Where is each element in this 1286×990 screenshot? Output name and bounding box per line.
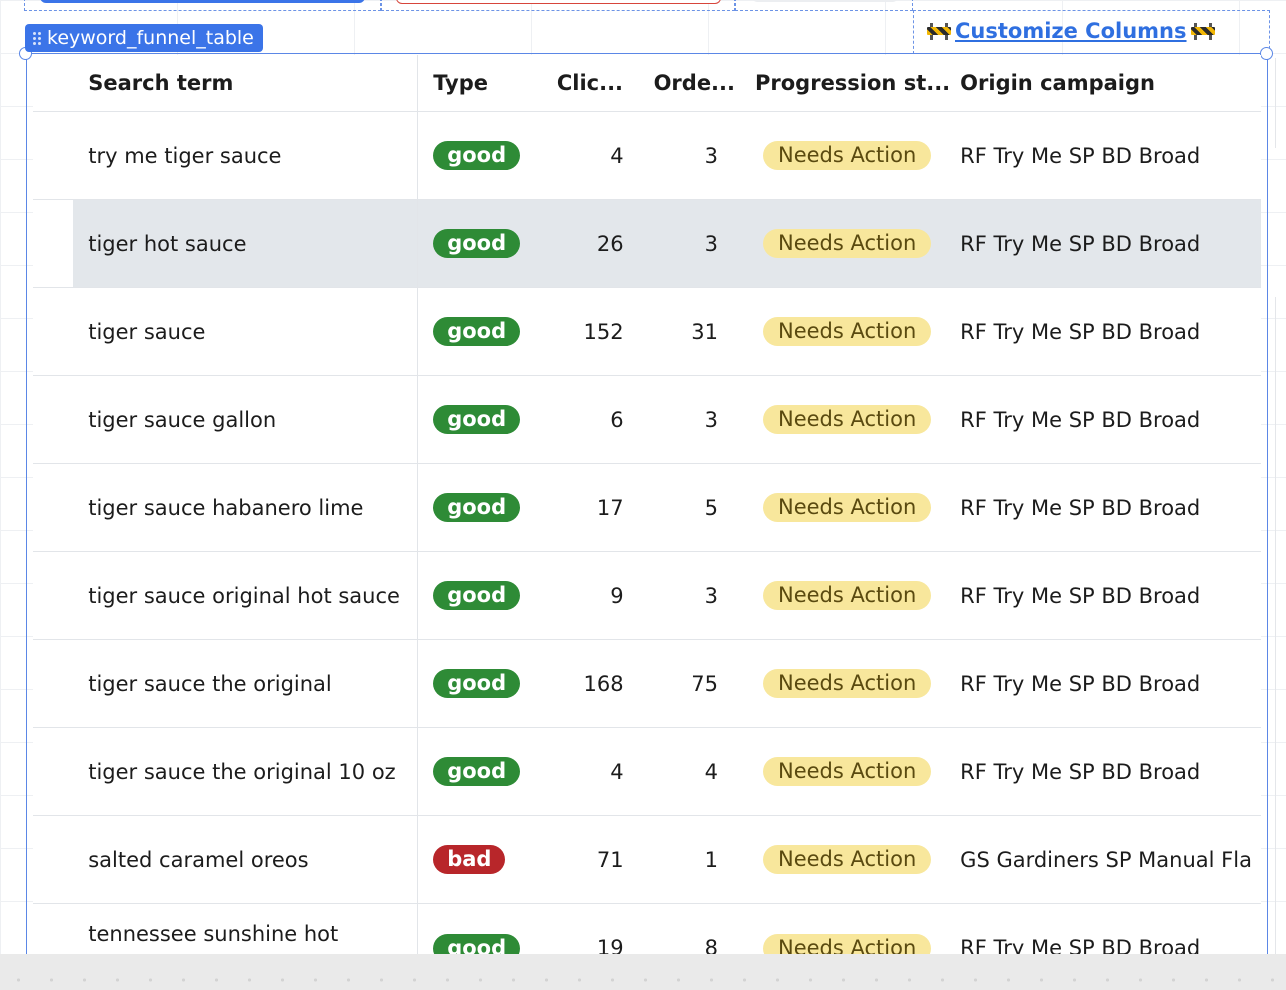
clicks-cell: 19 bbox=[535, 903, 624, 955]
top-control-partial bbox=[752, 0, 898, 2]
table-row[interactable]: try me tiger sauce good 4 3 Needs Action… bbox=[33, 111, 1261, 200]
table-row[interactable]: tiger sauce habanero lime good 17 5 Need… bbox=[33, 463, 1261, 552]
status-badge: Needs Action bbox=[763, 934, 932, 955]
orders-cell: 8 bbox=[623, 903, 735, 955]
clicks-cell: 4 bbox=[535, 727, 624, 816]
campaign-cell: RF Try Me SP BD Broad bbox=[950, 903, 1261, 955]
table-header-row: Search term Type Clic... Orde... Progres… bbox=[33, 55, 1261, 112]
type-badge: good bbox=[433, 934, 521, 955]
type-badge: bad bbox=[433, 845, 506, 874]
construction-barrier-icon bbox=[1190, 22, 1215, 40]
table-row[interactable]: tiger sauce the original good 168 75 Nee… bbox=[33, 639, 1261, 728]
orders-cell: 3 bbox=[623, 199, 735, 288]
table-row[interactable]: tiger sauce gallon good 6 3 Needs Action… bbox=[33, 375, 1261, 464]
header-clicks[interactable]: Clic... bbox=[535, 55, 624, 112]
status-badge: Needs Action bbox=[763, 493, 932, 522]
campaign-cell: RF Try Me SP BD Broad bbox=[950, 727, 1261, 816]
campaign-cell: RF Try Me SP BD Broad bbox=[950, 111, 1261, 200]
clicks-cell: 26 bbox=[535, 199, 624, 288]
clicks-cell: 4 bbox=[535, 111, 624, 200]
clicks-cell: 152 bbox=[535, 287, 624, 376]
campaign-cell: RF Try Me SP BD Broad bbox=[950, 551, 1261, 640]
type-badge: good bbox=[433, 493, 521, 522]
orders-cell: 3 bbox=[623, 375, 735, 464]
header-type[interactable]: Type bbox=[417, 55, 536, 112]
table-row[interactable]: tiger hot sauce good 26 3 Needs Action R… bbox=[33, 199, 1261, 288]
search-term-cell: try me tiger sauce bbox=[73, 111, 419, 200]
search-term-cell: tiger sauce the original bbox=[73, 639, 419, 728]
status-badge: Needs Action bbox=[763, 141, 932, 170]
resize-handle-right[interactable] bbox=[1260, 47, 1273, 60]
campaign-cell: GS Gardiners SP Manual Fla bbox=[950, 815, 1261, 904]
construction-barrier-icon bbox=[927, 22, 951, 40]
orders-cell: 31 bbox=[623, 287, 735, 376]
campaign-cell: RF Try Me SP BD Broad bbox=[950, 375, 1261, 464]
search-term-cell: salted caramel oreos bbox=[73, 815, 419, 904]
type-badge: good bbox=[433, 757, 521, 786]
data-table: Search term Type Clic... Orde... Progres… bbox=[33, 55, 1261, 955]
campaign-cell: RF Try Me SP BD Broad bbox=[950, 639, 1261, 728]
campaign-cell: RF Try Me SP BD Broad bbox=[950, 199, 1261, 288]
bottom-canvas-strip bbox=[0, 954, 1286, 990]
table-row[interactable]: tiger sauce original hot sauce good 9 3 … bbox=[33, 551, 1261, 640]
search-term-cell: tiger sauce gallon bbox=[73, 375, 419, 464]
component-frame-top-2 bbox=[381, 0, 735, 11]
component-frame-top-1 bbox=[24, 0, 381, 11]
table-row[interactable]: tiger sauce the original 10 oz good 4 4 … bbox=[33, 727, 1261, 816]
status-badge: Needs Action bbox=[763, 757, 932, 786]
scroll-track-edge bbox=[1275, 58, 1276, 148]
drag-handle-icon[interactable] bbox=[33, 31, 41, 45]
status-badge: Needs Action bbox=[763, 845, 932, 874]
search-term-cell: tiger sauce habanero lime bbox=[73, 463, 419, 552]
table-row[interactable]: tiger sauce good 152 31 Needs Action RF … bbox=[33, 287, 1261, 376]
clicks-cell: 71 bbox=[535, 815, 624, 904]
status-badge: Needs Action bbox=[763, 229, 932, 258]
status-badge: Needs Action bbox=[763, 669, 932, 698]
type-badge: good bbox=[433, 317, 521, 346]
clicks-cell: 168 bbox=[535, 639, 624, 728]
header-orders[interactable]: Orde... bbox=[623, 55, 735, 112]
header-search-term[interactable]: Search term bbox=[73, 55, 419, 112]
keyword-funnel-table: Search term Type Clic... Orde... Progres… bbox=[33, 55, 1261, 955]
customize-columns-link[interactable]: Customize Columns bbox=[927, 19, 1215, 43]
type-badge: good bbox=[433, 405, 521, 434]
type-badge: good bbox=[433, 669, 521, 698]
customize-columns-label[interactable]: Customize Columns bbox=[955, 19, 1187, 43]
orders-cell: 1 bbox=[623, 815, 735, 904]
search-term-cell: tennessee sunshine hot bbox=[73, 903, 419, 955]
orders-cell: 75 bbox=[623, 639, 735, 728]
status-badge: Needs Action bbox=[763, 581, 932, 610]
table-row[interactable]: tennessee sunshine hot good 19 8 Needs A… bbox=[33, 903, 1261, 955]
status-badge: Needs Action bbox=[763, 317, 932, 346]
header-gutter bbox=[33, 55, 74, 112]
type-badge: good bbox=[433, 229, 521, 258]
orders-cell: 5 bbox=[623, 463, 735, 552]
campaign-cell: RF Try Me SP BD Broad bbox=[950, 287, 1261, 376]
header-origin-campaign[interactable]: Origin campaign bbox=[950, 55, 1261, 112]
vertical-scrollbar[interactable] bbox=[1275, 297, 1286, 957]
orders-cell: 4 bbox=[623, 727, 735, 816]
search-term-cell: tiger hot sauce bbox=[73, 199, 419, 288]
component-tag[interactable]: keyword_funnel_table bbox=[25, 24, 263, 52]
orders-cell: 3 bbox=[623, 111, 735, 200]
component-tag-label: keyword_funnel_table bbox=[47, 27, 254, 49]
orders-cell: 3 bbox=[623, 551, 735, 640]
type-badge: good bbox=[433, 141, 521, 170]
clicks-cell: 9 bbox=[535, 551, 624, 640]
clicks-cell: 6 bbox=[535, 375, 624, 464]
search-term-cell: tiger sauce the original 10 oz bbox=[73, 727, 419, 816]
search-term-cell: tiger sauce bbox=[73, 287, 419, 376]
table-row[interactable]: salted caramel oreos bad 71 1 Needs Acti… bbox=[33, 815, 1261, 904]
search-term-cell: tiger sauce original hot sauce bbox=[73, 551, 419, 640]
type-badge: good bbox=[433, 581, 521, 610]
header-progression-status[interactable]: Progression st... bbox=[735, 55, 951, 112]
canvas-grid: Customize Columns keyword_funnel_table S… bbox=[0, 0, 1286, 990]
campaign-cell: RF Try Me SP BD Broad bbox=[950, 463, 1261, 552]
status-badge: Needs Action bbox=[763, 405, 932, 434]
clicks-cell: 17 bbox=[535, 463, 624, 552]
